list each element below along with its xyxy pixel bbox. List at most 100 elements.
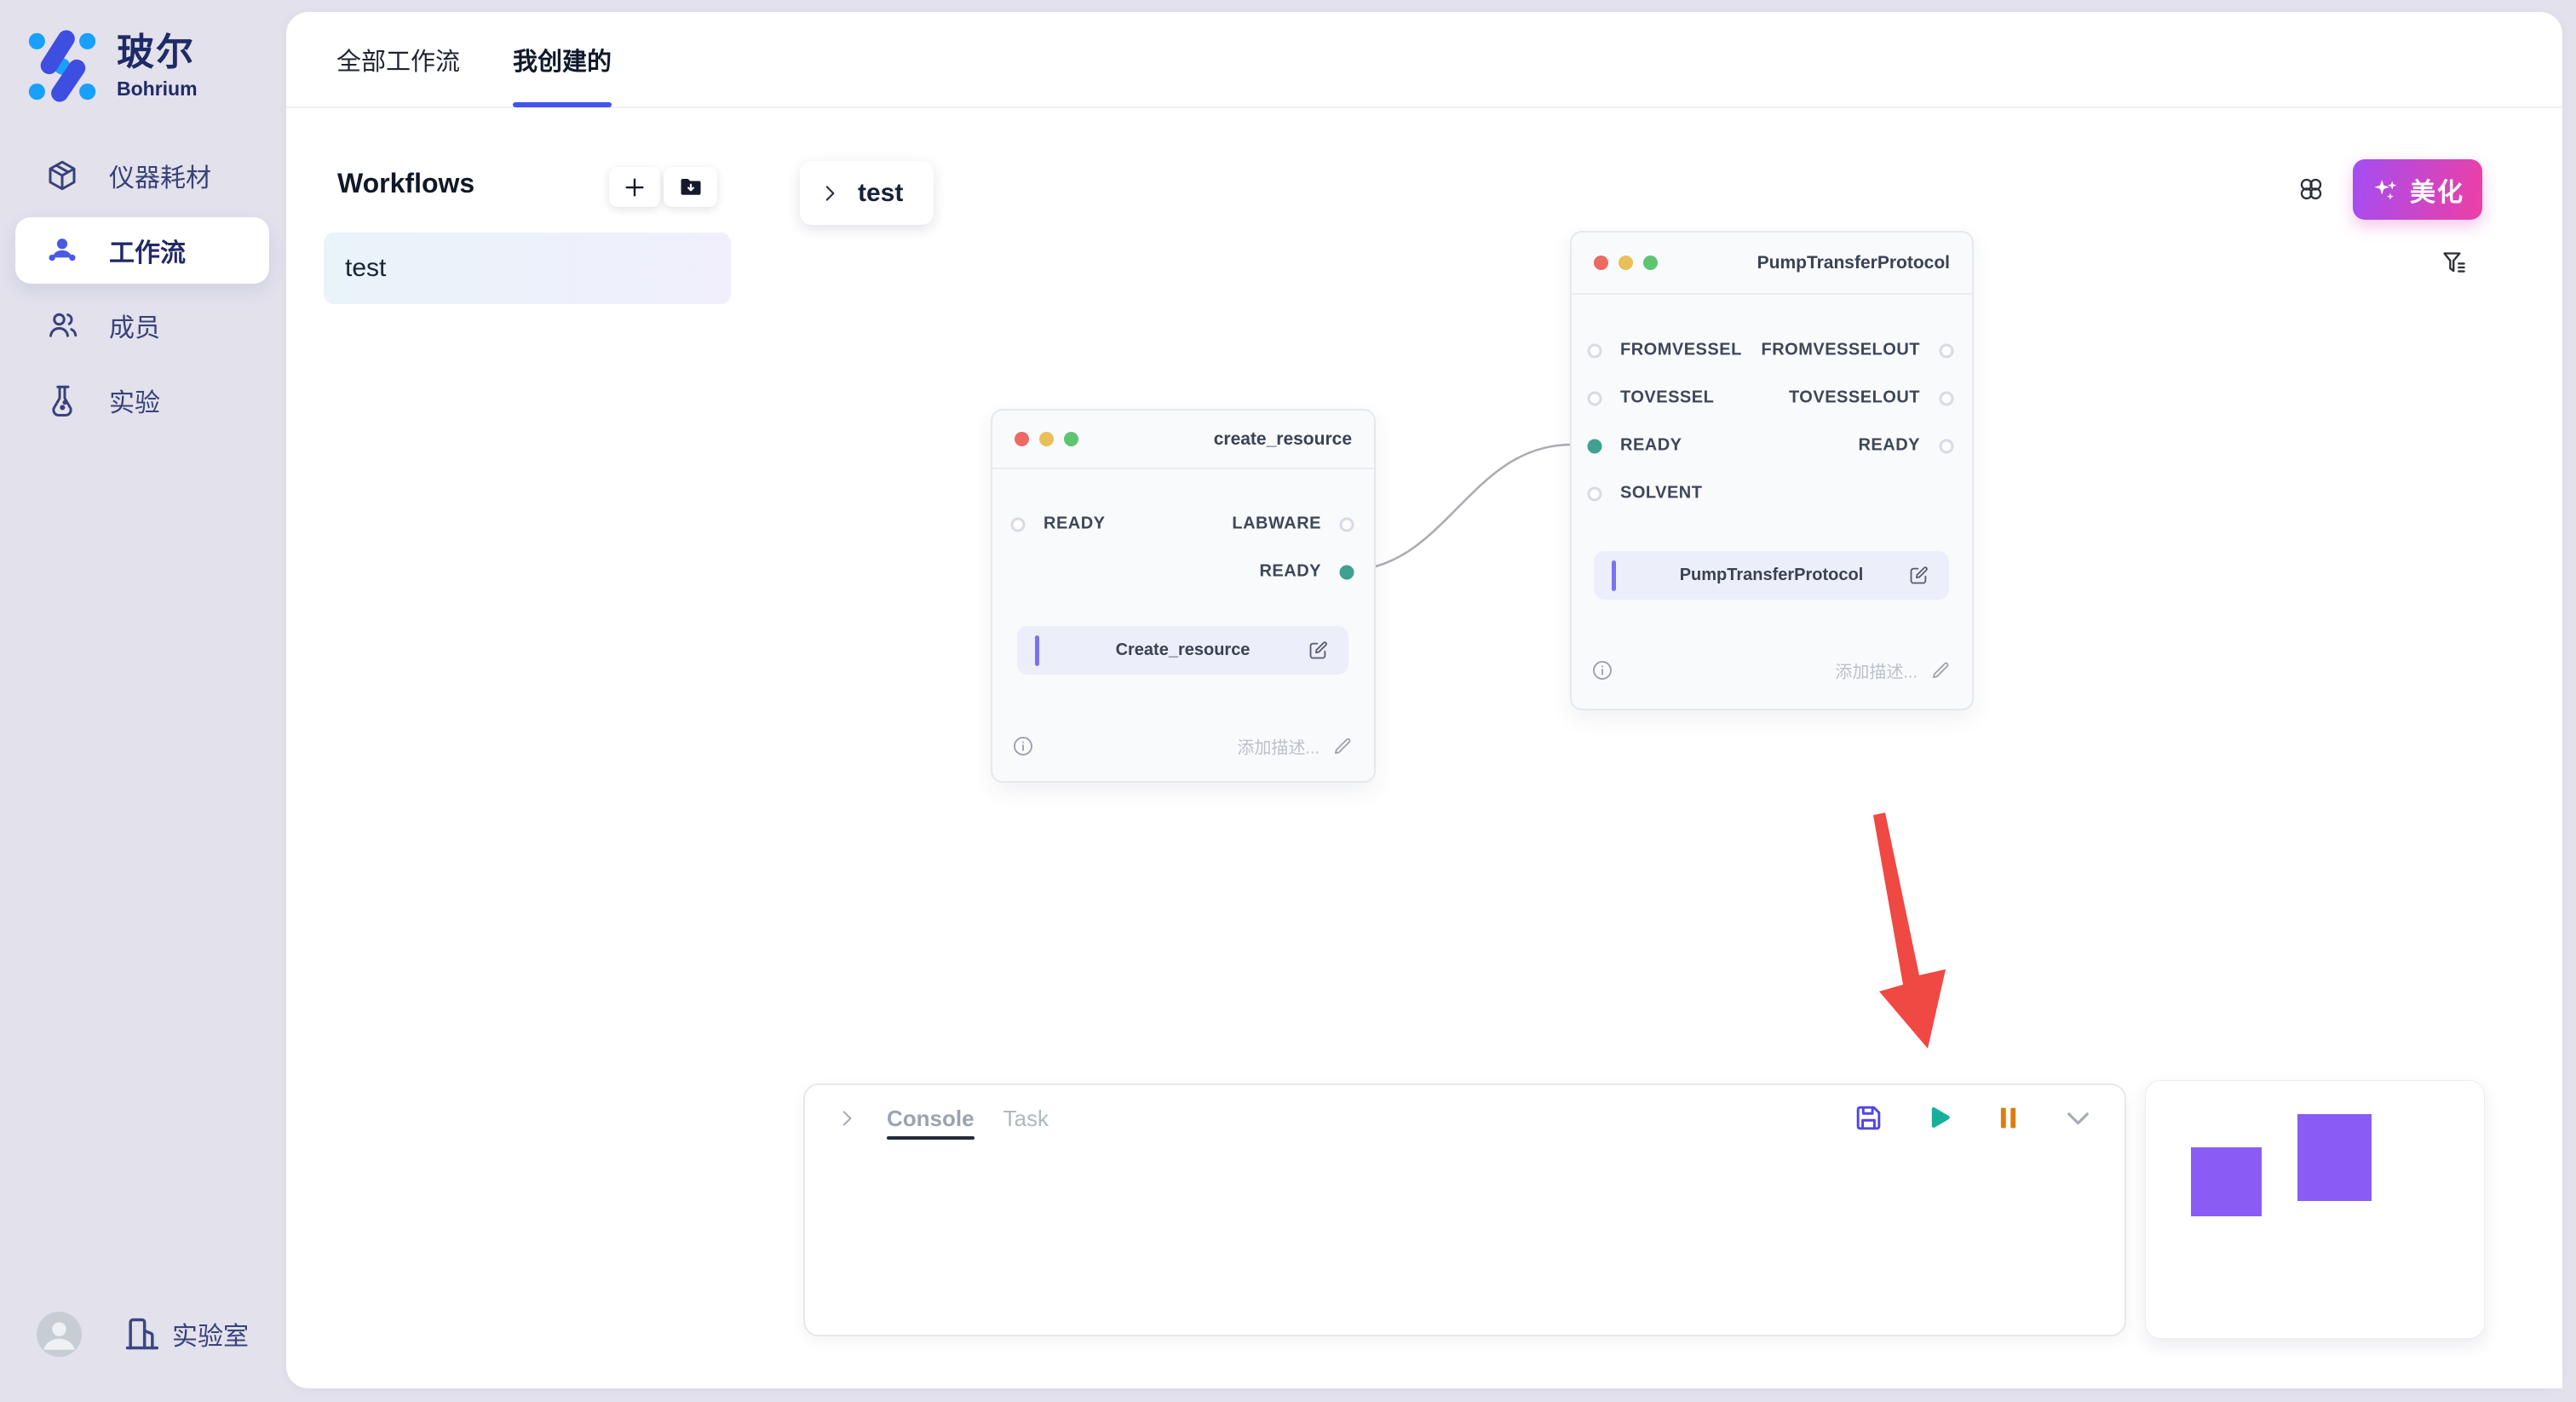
- edit-icon[interactable]: [1307, 639, 1330, 662]
- run-button[interactable]: [1923, 1102, 1954, 1134]
- traffic-light-icons: [1015, 432, 1078, 446]
- sparkles-icon: [2371, 175, 2400, 204]
- workflow-icon: [44, 233, 80, 268]
- sidebar-item-label: 成员: [109, 307, 160, 344]
- chevron-right-icon: [819, 182, 841, 204]
- input-port-label: SOLVENT: [1620, 484, 1702, 503]
- console-panel: Console Task: [803, 1083, 2126, 1336]
- output-port-LABWARE[interactable]: [1340, 518, 1354, 532]
- edit-icon[interactable]: [1907, 564, 1930, 587]
- flow-canvas[interactable]: test 美化: [746, 108, 2562, 1388]
- node-description-placeholder[interactable]: 添加描述...: [1835, 658, 1918, 683]
- node-action-label: PumpTransferProtocol: [1680, 566, 1864, 585]
- beautify-label: 美化: [2410, 171, 2464, 209]
- info-icon[interactable]: [1011, 734, 1035, 758]
- sidebar-nav: 仪器耗材 工作流 成员 实验: [15, 142, 271, 442]
- red-annotation-arrow: [1873, 813, 1946, 1049]
- brand-logo: 玻尔 Bohrium: [26, 28, 264, 105]
- workflow-list-panel: Workflows test: [286, 108, 748, 1388]
- node-action[interactable]: Create_resource: [1017, 626, 1348, 675]
- console-tab-console[interactable]: Console: [887, 1085, 975, 1152]
- node-PumpTransferProtocol[interactable]: PumpTransferProtocol FROMVESSEL TOVESSEL…: [1570, 231, 1974, 710]
- node-create_resource[interactable]: create_resource READY LABWARE READY Crea…: [991, 409, 1376, 783]
- layout-grid-icon[interactable]: [2297, 175, 2326, 204]
- pill-accent-bar: [1612, 560, 1616, 591]
- header-tabbar: 全部工作流我创建的: [286, 12, 2562, 108]
- sidebar-item-workflows[interactable]: 工作流: [15, 217, 269, 284]
- output-port-TOVESSELOUT[interactable]: [1940, 392, 1954, 406]
- import-workflow-button[interactable]: [664, 167, 717, 207]
- main-card: 全部工作流我创建的 Workflows test test: [286, 12, 2562, 1388]
- info-icon[interactable]: [1590, 658, 1614, 682]
- sidebar-item-label: 仪器耗材: [109, 157, 211, 194]
- sidebar-item-label: 工作流: [109, 232, 186, 269]
- console-tab-task[interactable]: Task: [1003, 1085, 1049, 1152]
- minimap-node-block: [2191, 1147, 2262, 1216]
- members-icon: [44, 307, 80, 343]
- edge-create-resource-to-pump: [1345, 445, 1572, 571]
- app-root: { "brand": {"name_zh": "玻尔", "name_en": …: [0, 0, 2576, 1402]
- bohrium-logo-icon: [26, 30, 99, 103]
- folder-download-icon: [678, 175, 704, 200]
- save-button[interactable]: [1853, 1102, 1884, 1134]
- minimap-node-block: [2297, 1114, 2372, 1201]
- output-port-label: READY: [1259, 562, 1321, 582]
- sidebar-item-members[interactable]: 成员: [15, 292, 269, 359]
- pencil-icon[interactable]: [1929, 659, 1952, 681]
- filter-icon[interactable]: [2440, 249, 2468, 277]
- collapse-down-button[interactable]: [2062, 1102, 2094, 1134]
- brand-name-zh: 玻尔: [117, 34, 198, 72]
- sidebar-item-experiments[interactable]: 实验: [15, 367, 269, 434]
- pause-button[interactable]: [1992, 1102, 2024, 1134]
- plus-icon: [622, 175, 647, 200]
- console-tabbar: Console Task: [887, 1085, 1049, 1152]
- node-action[interactable]: PumpTransferProtocol: [1594, 551, 1949, 600]
- input-port-READY[interactable]: [1588, 440, 1602, 454]
- minimap[interactable]: [2145, 1080, 2485, 1339]
- output-port-label: LABWARE: [1232, 514, 1321, 534]
- output-port-READY[interactable]: [1340, 566, 1354, 580]
- tab-all-workflows[interactable]: 全部工作流: [336, 12, 460, 106]
- output-port-label: FROMVESSELOUT: [1761, 341, 1920, 360]
- node-description-placeholder[interactable]: 添加描述...: [1237, 734, 1320, 759]
- node-action-label: Create_resource: [1116, 641, 1251, 660]
- brand-name-en: Bohrium: [117, 79, 198, 99]
- lab-switcher-label[interactable]: 实验室: [172, 1315, 249, 1353]
- sidebar-item-label: 实验: [109, 382, 160, 419]
- node-title: create_resource: [1214, 429, 1352, 450]
- input-port-label: FROMVESSEL: [1620, 341, 1742, 360]
- sidebar: 玻尔 Bohrium 仪器耗材 工作流 成员 实验 实验室: [0, 0, 286, 1402]
- traffic-light-icons: [1594, 256, 1658, 270]
- pencil-icon[interactable]: [1331, 735, 1354, 757]
- experiment-icon: [44, 382, 80, 418]
- output-port-label: READY: [1858, 436, 1920, 456]
- output-port-label: TOVESSELOUT: [1789, 388, 1920, 408]
- tab-my-created[interactable]: 我创建的: [513, 12, 612, 106]
- output-port-READY[interactable]: [1940, 440, 1954, 454]
- breadcrumb-label: test: [858, 179, 903, 208]
- package-icon: [44, 158, 80, 193]
- user-avatar[interactable]: [37, 1312, 82, 1357]
- input-port-SOLVENT[interactable]: [1588, 487, 1602, 502]
- input-port-label: READY: [1620, 436, 1682, 456]
- panel-title: Workflows: [337, 168, 474, 199]
- input-port-READY[interactable]: [1011, 518, 1026, 532]
- input-port-label: READY: [1044, 514, 1106, 534]
- console-collapse-icon[interactable]: [836, 1107, 858, 1129]
- workflow-list-item[interactable]: test: [324, 233, 731, 304]
- node-title: PumpTransferProtocol: [1757, 253, 1950, 273]
- breadcrumb-chip[interactable]: test: [800, 161, 934, 225]
- add-workflow-button[interactable]: [609, 167, 660, 207]
- sidebar-item-instruments[interactable]: 仪器耗材: [15, 142, 269, 209]
- console-actions: [1853, 1102, 2094, 1134]
- sidebar-footer: 实验室: [37, 1307, 275, 1360]
- output-port-FROMVESSELOUT[interactable]: [1940, 344, 1954, 359]
- pill-accent-bar: [1035, 635, 1039, 666]
- input-port-FROMVESSEL[interactable]: [1588, 344, 1602, 359]
- input-port-TOVESSEL[interactable]: [1588, 392, 1602, 406]
- node-header: create_resource: [992, 411, 1374, 469]
- input-port-label: TOVESSEL: [1620, 388, 1714, 408]
- node-header: PumpTransferProtocol: [1572, 233, 1972, 295]
- building-icon: [123, 1315, 160, 1353]
- beautify-button[interactable]: 美化: [2353, 159, 2482, 220]
